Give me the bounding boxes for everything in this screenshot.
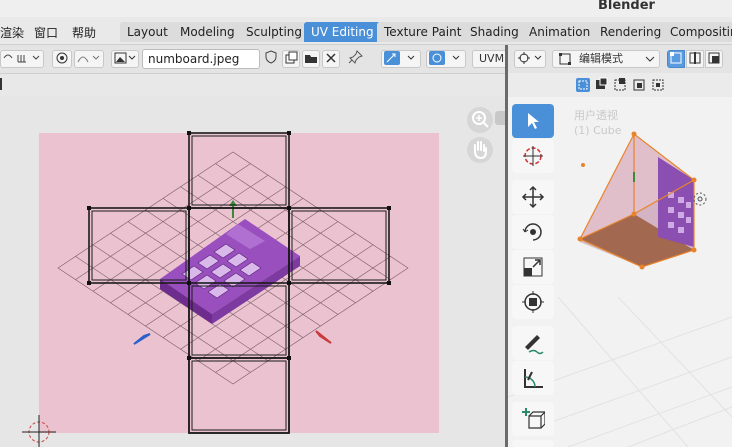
cursor-tool[interactable]: [512, 139, 554, 173]
image-icon: [114, 52, 136, 64]
tab-layout[interactable]: Layout: [120, 22, 175, 42]
sticky-select-dropdown[interactable]: [0, 50, 44, 68]
edge-select-icon: [689, 52, 701, 64]
tab-rendering[interactable]: Rendering: [593, 22, 669, 42]
tab-uv-editing[interactable]: UV Editing: [304, 22, 381, 42]
measure-icon: [524, 369, 543, 388]
unlink-image-button[interactable]: [322, 50, 340, 68]
image-browse-button[interactable]: [111, 50, 139, 68]
uv-editor-subheader: [0, 74, 505, 96]
uv-viewport[interactable]: [0, 96, 505, 447]
rotate-icon: [522, 223, 542, 241]
menu-render[interactable]: 渲染: [0, 24, 24, 41]
title-bar: Blender: [0, 0, 732, 17]
uv-editor-header: numboard.jpeg UVM: [0, 45, 512, 74]
zoom-in-icon: [472, 111, 489, 128]
rotate-tool[interactable]: [512, 215, 554, 249]
vertex-select-mode[interactable]: [667, 50, 685, 68]
edit-mode-icon: [559, 53, 571, 65]
image-name-field[interactable]: numboard.jpeg: [142, 49, 260, 69]
overlay-dropdown[interactable]: [426, 50, 466, 68]
face-select-mode[interactable]: [705, 50, 723, 68]
measure-tool[interactable]: [512, 361, 554, 395]
vertex-select-icon: [670, 52, 682, 64]
fake-user-button[interactable]: [262, 50, 280, 68]
duplicate-icon: [285, 51, 298, 64]
3d-view-icon: [518, 52, 542, 64]
tab-sculpting[interactable]: Sculpting: [239, 22, 310, 42]
scale-tool[interactable]: [512, 250, 554, 284]
menu-window[interactable]: 窗口: [34, 24, 58, 41]
region-edge-marker: [0, 78, 2, 90]
select-mode-icons[interactable]: [574, 75, 674, 95]
tab-animation[interactable]: Animation: [522, 22, 598, 42]
viewport-header: 编辑模式: [508, 45, 732, 73]
open-image-button[interactable]: [302, 50, 320, 68]
hand-icon: [474, 141, 487, 160]
annotate-icon: [525, 335, 544, 355]
new-image-button[interactable]: [282, 50, 300, 68]
uv-sync-icon: [384, 51, 415, 65]
proportional-edit-button[interactable]: [52, 50, 72, 68]
add-cube-tool[interactable]: [512, 402, 554, 436]
uv-canvas[interactable]: [0, 96, 505, 447]
move-tool[interactable]: [512, 180, 554, 214]
folder-icon: [305, 55, 317, 63]
sticky-select-icon: [3, 54, 40, 63]
overlay-icon: [429, 51, 460, 65]
face-select-icon: [708, 52, 720, 64]
zoom-button[interactable]: [467, 107, 493, 133]
edge-select-mode[interactable]: [686, 50, 704, 68]
mode-label: 编辑模式: [579, 52, 623, 65]
app-title: Blender: [598, 0, 655, 13]
cursor-icon: [523, 146, 543, 166]
tab-modeling[interactable]: Modeling: [173, 22, 242, 42]
add-cube-icon: [522, 408, 545, 429]
tool-shelf: [512, 104, 555, 447]
scale-icon: [523, 257, 543, 277]
falloff-curve-icon: [77, 55, 100, 63]
menu-help[interactable]: 帮助: [72, 24, 96, 41]
3d-cursor-icon: [693, 192, 707, 206]
transform-tool[interactable]: [512, 285, 554, 319]
annotate-tool[interactable]: [512, 326, 554, 360]
pin-icon: [348, 50, 363, 64]
tab-shading[interactable]: Shading: [463, 22, 526, 42]
tab-texture-paint[interactable]: Texture Paint: [377, 22, 469, 42]
tab-compositing[interactable]: Compositing: [663, 22, 732, 42]
select-box-tool[interactable]: [512, 104, 554, 138]
selection-mode-bar: [508, 73, 732, 97]
sidebar-toggle[interactable]: [495, 111, 505, 125]
move-icon: [521, 185, 545, 209]
close-icon: [326, 53, 336, 63]
shield-icon: [265, 50, 277, 64]
top-bar: 渲染 窗口 帮助 Layout Modeling Sculpting UV Ed…: [0, 17, 732, 45]
uv-sync-dropdown[interactable]: [381, 50, 421, 68]
tool-overflow[interactable]: [512, 440, 554, 447]
proportional-edit-icon: [56, 52, 68, 64]
mode-dropdown[interactable]: 编辑模式: [552, 50, 660, 68]
pin-button[interactable]: [346, 50, 366, 68]
select-box-icon: [528, 113, 539, 129]
chevron-down-icon: [645, 56, 655, 62]
transform-icon: [522, 291, 544, 313]
pan-button[interactable]: [467, 137, 493, 163]
falloff-dropdown[interactable]: [74, 50, 104, 68]
editor-type-dropdown[interactable]: [514, 50, 546, 68]
